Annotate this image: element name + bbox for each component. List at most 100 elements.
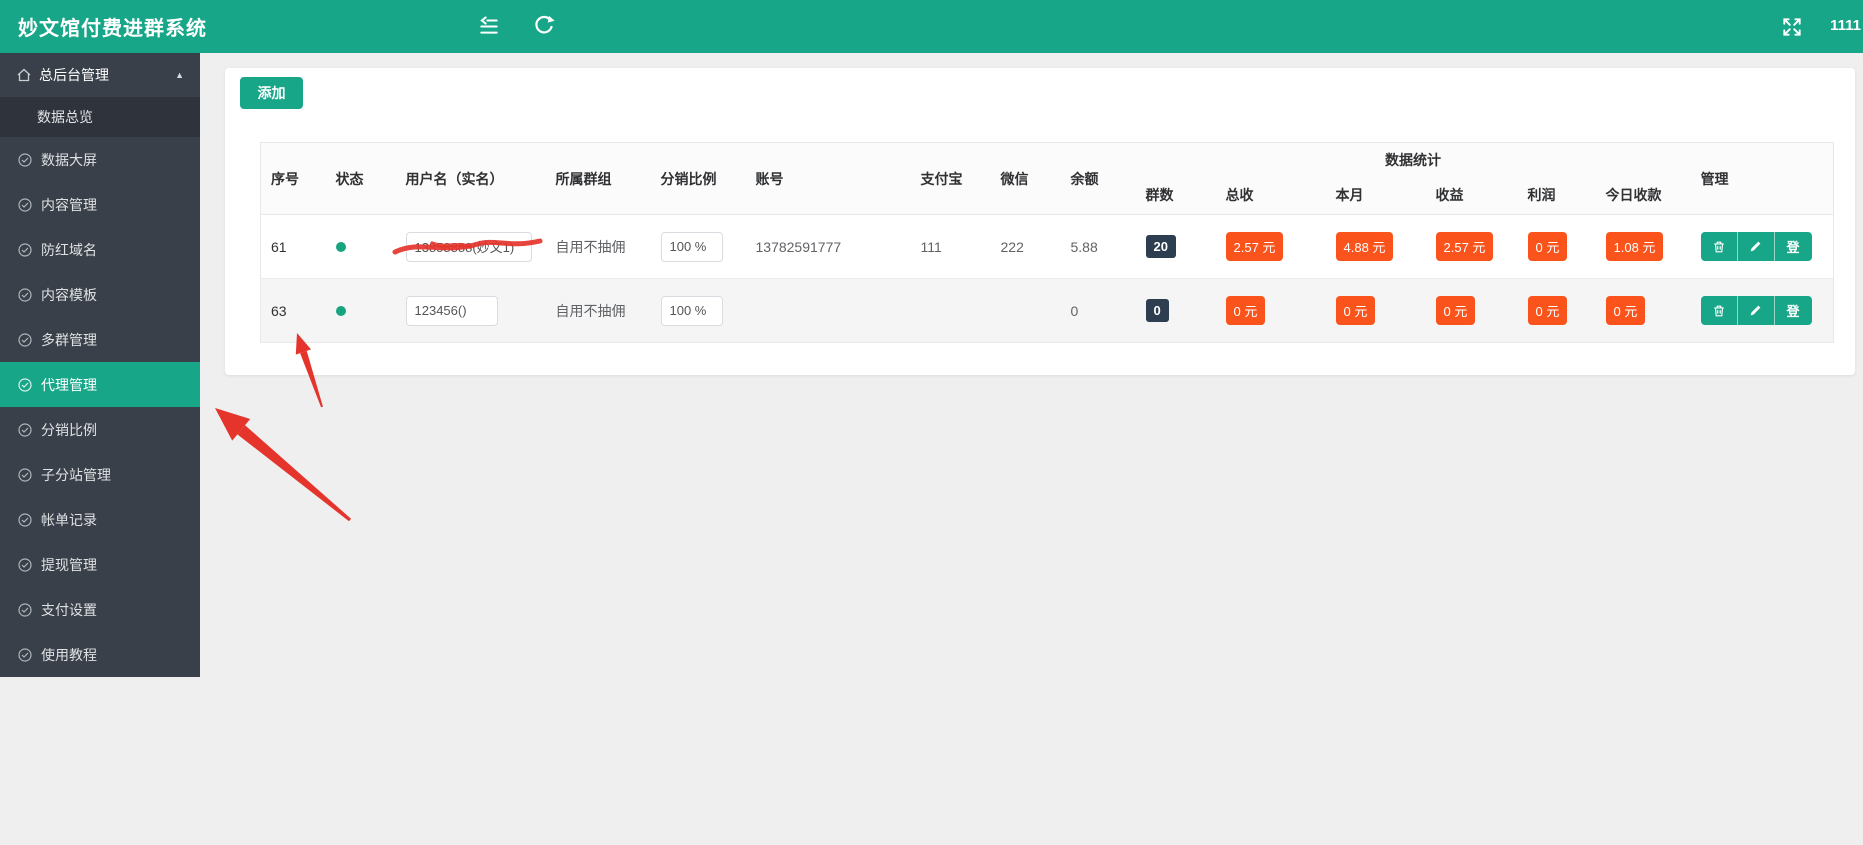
- total-income-badge: 2.57 元: [1225, 232, 1284, 261]
- col-header-balance: 余额: [1060, 142, 1136, 215]
- ratio-input[interactable]: [660, 295, 723, 326]
- sidebar-item-substation-manage[interactable]: 子分站管理: [0, 452, 200, 497]
- cell-wechat: 222: [1000, 238, 1024, 255]
- cell-ratio: [650, 278, 746, 343]
- sidebar-item-content-manage[interactable]: 内容管理: [0, 182, 200, 227]
- sidebar-item-antired-domain[interactable]: 防红域名: [0, 227, 200, 272]
- login-as-button[interactable]: 登: [1774, 296, 1812, 325]
- cell-group: 自用不抽佣: [555, 238, 626, 255]
- col-header-month: 本月: [1325, 176, 1426, 215]
- edit-button[interactable]: [1737, 232, 1775, 261]
- cell-manage: 登: [1690, 278, 1834, 343]
- cell-income: 0 元: [1425, 278, 1518, 343]
- check-badge-icon: [18, 377, 32, 392]
- cell-seq: 61: [271, 238, 287, 255]
- cell-total: 2.57 元: [1216, 215, 1326, 279]
- cell-groups: 20: [1136, 215, 1216, 279]
- sidebar-item-distribution-ratio[interactable]: 分销比例: [0, 407, 200, 452]
- sidebar-item-label: 多群管理: [41, 331, 97, 348]
- table-row: 61 自用不抽佣: [261, 215, 1834, 279]
- cell-username: [395, 278, 546, 343]
- check-badge-icon: [18, 602, 32, 617]
- collapse-sidebar-icon[interactable]: [478, 15, 500, 37]
- sidebar-item-label: 提现管理: [41, 556, 97, 573]
- ratio-input[interactable]: [660, 231, 723, 262]
- status-dot: [335, 305, 346, 316]
- chevron-up-icon: ▲: [175, 70, 184, 80]
- sidebar-item-label: 分销比例: [41, 421, 97, 438]
- check-badge-icon: [18, 422, 32, 437]
- username-input[interactable]: [405, 231, 532, 262]
- sidebar-item-label: 代理管理: [41, 376, 97, 393]
- profit-badge: 0 元: [1527, 232, 1568, 261]
- sidebar-item-bill-record[interactable]: 帐单记录: [0, 497, 200, 542]
- today-income-badge: 1.08 元: [1605, 232, 1664, 261]
- sidebar-item-label: 内容管理: [41, 196, 97, 213]
- check-badge-icon: [18, 467, 32, 482]
- col-header-groups: 群数: [1135, 176, 1216, 215]
- check-badge-icon: [18, 647, 32, 662]
- cell-group: 自用不抽佣: [545, 278, 651, 343]
- cell-profit: 0 元: [1517, 278, 1596, 343]
- sidebar: 总后台管理 ▲ 数据总览 数据大屏 内容管理 防红域名 内容模板 多群管理 代理…: [0, 53, 200, 677]
- sidebar-item-label: 数据大屏: [41, 151, 97, 168]
- sidebar-item-label: 使用教程: [41, 646, 97, 663]
- delete-button[interactable]: [1700, 232, 1738, 261]
- current-user[interactable]: 1111: [1830, 17, 1861, 34]
- cell-income: 2.57 元: [1426, 215, 1518, 279]
- edit-button[interactable]: [1737, 296, 1775, 325]
- cell-groups: 0: [1135, 278, 1216, 343]
- check-badge-icon: [18, 512, 32, 527]
- sidebar-item-label: 防红域名: [41, 241, 97, 258]
- fullscreen-icon[interactable]: [1781, 16, 1803, 38]
- profit-badge: 0 元: [1527, 296, 1568, 325]
- sidebar-item-withdraw-manage[interactable]: 提现管理: [0, 542, 200, 587]
- cell-account: 13782591777: [755, 238, 842, 255]
- col-header-wechat: 微信: [990, 142, 1061, 215]
- cell-balance: 5.88: [1070, 238, 1098, 255]
- login-as-button[interactable]: 登: [1774, 232, 1812, 261]
- trash-icon: [1713, 305, 1724, 316]
- sidebar-group-admin[interactable]: 总后台管理 ▲: [0, 53, 200, 97]
- col-header-seq: 序号: [260, 142, 326, 215]
- month-income-badge: 4.88 元: [1335, 232, 1394, 261]
- check-badge-icon: [18, 557, 32, 572]
- trash-icon: [1713, 241, 1724, 252]
- topbar: 妙文馆付费进群系统 1111: [0, 0, 1863, 53]
- col-header-ratio: 分销比例: [650, 142, 746, 215]
- sidebar-item-multi-group[interactable]: 多群管理: [0, 317, 200, 362]
- cell-seq: 63: [260, 278, 326, 343]
- app-title: 妙文馆付费进群系统: [18, 18, 207, 40]
- col-header-profit: 利润: [1517, 176, 1596, 215]
- sidebar-item-data-overview[interactable]: 数据总览: [0, 97, 200, 137]
- username-input[interactable]: [405, 295, 498, 326]
- delete-button[interactable]: [1700, 296, 1738, 325]
- sidebar-item-content-template[interactable]: 内容模板: [0, 272, 200, 317]
- agent-table: 序号 状态 用户名（实名） 所属群组 分销比例 账号 支付宝 微信 余额 数据统…: [260, 142, 1835, 343]
- groups-count-badge: 20: [1145, 235, 1176, 258]
- cell-ratio: [651, 215, 746, 279]
- sidebar-item-data-screen[interactable]: 数据大屏: [0, 137, 200, 182]
- groups-count-badge: 0: [1145, 299, 1169, 322]
- sidebar-item-label: 支付设置: [41, 601, 97, 618]
- pencil-icon: [1750, 241, 1761, 252]
- refresh-icon[interactable]: [533, 15, 555, 37]
- check-badge-icon: [18, 152, 32, 167]
- content-card: 添加 序号 状态 用户名（实名） 所属群组 分销比例 账号 支付宝 微信 余额 …: [225, 68, 1855, 375]
- col-header-username: 用户名（实名）: [395, 142, 546, 215]
- sidebar-item-payment-settings[interactable]: 支付设置: [0, 587, 200, 632]
- col-header-manage: 管理: [1690, 142, 1834, 215]
- cell-balance: 0: [1060, 278, 1136, 343]
- cell-alipay: 111: [920, 238, 942, 255]
- cell-total: 0 元: [1215, 278, 1326, 343]
- sidebar-item-label: 子分站管理: [41, 466, 111, 483]
- sidebar-item-label: 帐单记录: [41, 511, 97, 528]
- cell-today: 1.08 元: [1596, 215, 1691, 279]
- sidebar-item-tutorial[interactable]: 使用教程: [0, 632, 200, 677]
- income-badge: 2.57 元: [1435, 232, 1494, 261]
- sidebar-group-label: 总后台管理: [39, 67, 109, 83]
- check-badge-icon: [18, 242, 32, 257]
- sidebar-item-agent-manage[interactable]: 代理管理: [0, 362, 200, 407]
- today-income-badge: 0 元: [1605, 296, 1646, 325]
- add-button[interactable]: 添加: [240, 77, 303, 109]
